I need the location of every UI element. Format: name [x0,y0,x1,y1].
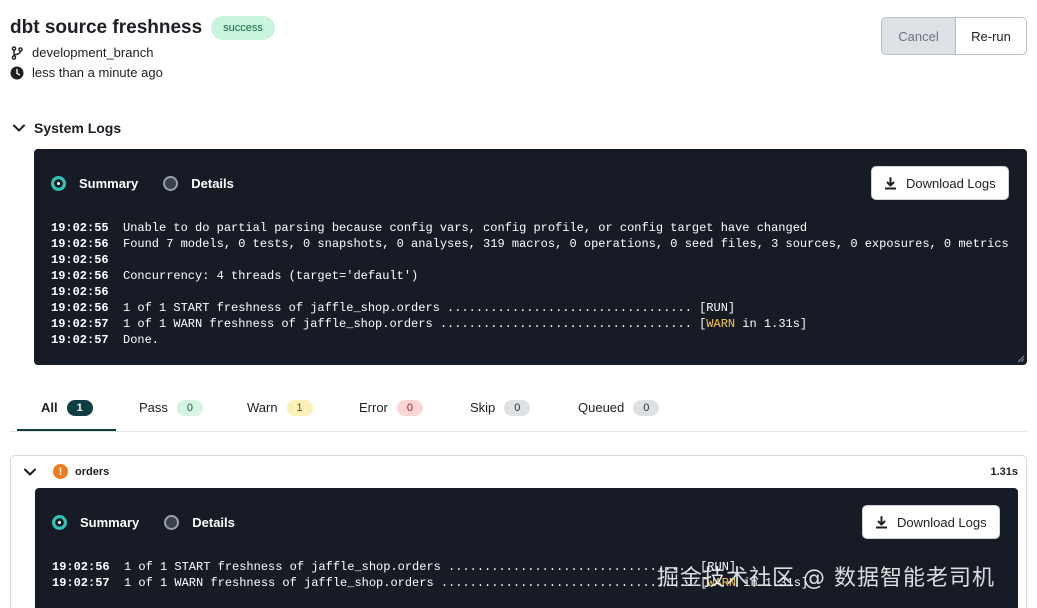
summary-label: Summary [79,176,139,191]
node-name: orders [75,465,110,478]
log-view-selector: Summary Details [51,176,259,191]
run-header: dbt source freshness success development… [10,16,275,80]
node-summary-radio[interactable]: Summary [52,515,139,530]
log-timestamp: 19:02:57 [51,333,109,347]
node-download-logs-button[interactable]: Download Logs [862,505,1000,539]
download-logs-button[interactable]: Download Logs [871,166,1009,200]
log-timestamp: 19:02:56 [51,253,109,267]
system-logs-title: System Logs [34,120,122,136]
tab-count-badge: 0 [396,400,423,416]
log-line: 19:02:56 [51,284,1009,300]
tab-label: Pass [139,400,168,415]
log-message: Done. [123,333,160,347]
result-header[interactable]: ! orders [23,464,109,479]
summary-label: Summary [80,515,140,530]
log-message: 1 of 1 START freshness of jaffle_shop.or… [123,301,736,315]
radio-selected-icon [51,176,66,191]
status-badge: success [211,16,275,40]
log-message: 1 of 1 WARN freshness of jaffle_shop.ord… [123,317,707,331]
download-logs-label: Download Logs [906,175,996,191]
tab-all[interactable]: All 1 [17,394,116,431]
tab-count-badge: 0 [176,400,203,416]
tab-count-badge: 0 [633,400,660,416]
log-message: Found 7 models, 0 tests, 0 snapshots, 0 … [123,237,1009,251]
tab-count-badge: 1 [66,400,93,416]
log-message-tail: in 1.31s] [735,317,808,331]
download-icon [885,176,896,189]
radio-unselected-icon [163,176,179,191]
log-message: Unable to do partial parsing because con… [123,221,808,235]
details-label: Details [191,176,234,191]
log-timestamp: 19:02:56 [51,301,109,315]
summary-radio[interactable]: Summary [51,176,138,191]
log-timestamp: 19:02:56 [51,237,109,251]
log-timestamp: 19:02:57 [52,576,110,590]
tab-queued[interactable]: Queued 0 [555,394,660,431]
tab-error[interactable]: Error 0 [336,394,447,431]
tab-label: Error [359,400,388,415]
log-timestamp: 19:02:56 [51,269,109,283]
log-timestamp: 19:02:56 [51,285,109,299]
git-branch-icon [11,45,23,60]
tab-skip[interactable]: Skip 0 [447,394,555,431]
details-label: Details [192,515,235,530]
download-logs-label: Download Logs [897,514,987,530]
log-timestamp: 19:02:56 [52,560,110,574]
result-filter-tabs: All 1 Pass 0 Warn 1 Error 0 Skip 0 Queued 0 [17,394,660,431]
log-message: Concurrency: 4 threads (target='default'… [123,269,419,283]
node-log-view-selector: Summary Details [52,515,260,530]
tab-count-badge: 1 [286,400,313,416]
run-time: less than a minute ago [32,65,163,80]
tab-count-badge: 0 [504,400,531,416]
log-timestamp: 19:02:55 [51,221,109,235]
system-log-lines: 19:02:55 Unable to do partial parsing bec… [51,220,1009,348]
log-line: 19:02:56 Concurrency: 4 threads (target='… [51,268,1009,284]
chevron-down-icon [24,468,36,475]
rerun-button[interactable]: Re-run [955,17,1027,55]
details-radio[interactable]: Details [163,176,234,191]
node-duration: 1.31s [990,466,1018,478]
log-line: 19:02:57 Done. [51,332,1009,348]
chevron-down-icon [13,124,25,132]
log-timestamp: 19:02:57 [51,317,109,331]
cancel-button[interactable]: Cancel [881,17,955,55]
run-actions: Cancel Re-run [881,17,1027,55]
log-line: 19:02:55 Unable to do partial parsing bec… [51,220,1009,236]
log-line: 19:02:56 1 of 1 START freshness of jaffle… [51,300,1009,316]
tab-label: Queued [578,400,625,415]
tab-label: All [41,400,58,415]
branch-name: development_branch [32,45,154,60]
system-logs-toggle[interactable]: System Logs [12,120,121,136]
log-warn-highlight: WARN [706,317,736,331]
log-message: 1 of 1 START freshness of jaffle_shop.or… [124,560,737,574]
tabs-divider [10,431,1027,432]
watermark: 掘金技术社区 @ 数据智能老司机 [657,566,995,591]
system-logs-panel: Summary Details Download Logs 19:02:55 Un… [34,149,1027,365]
tab-pass[interactable]: Pass 0 [116,394,224,431]
resize-grip-icon[interactable] [1017,355,1025,363]
tab-label: Warn [247,400,278,415]
log-line: 19:02:56 Found 7 models, 0 tests, 0 snaps… [51,236,1009,252]
warning-icon: ! [53,464,68,479]
page-title: dbt source freshness [10,17,203,38]
clock-icon [10,66,24,79]
download-icon [876,515,887,528]
node-details-radio[interactable]: Details [164,515,235,530]
tab-warn[interactable]: Warn 1 [224,394,336,431]
log-line: 19:02:57 1 of 1 WARN freshness of jaffle_… [51,316,1009,332]
tab-label: Skip [470,400,496,415]
log-line: 19:02:56 [51,252,1009,268]
radio-unselected-icon [164,515,180,530]
radio-selected-icon [52,515,67,530]
log-message: 1 of 1 WARN freshness of jaffle_shop.ord… [124,576,708,590]
